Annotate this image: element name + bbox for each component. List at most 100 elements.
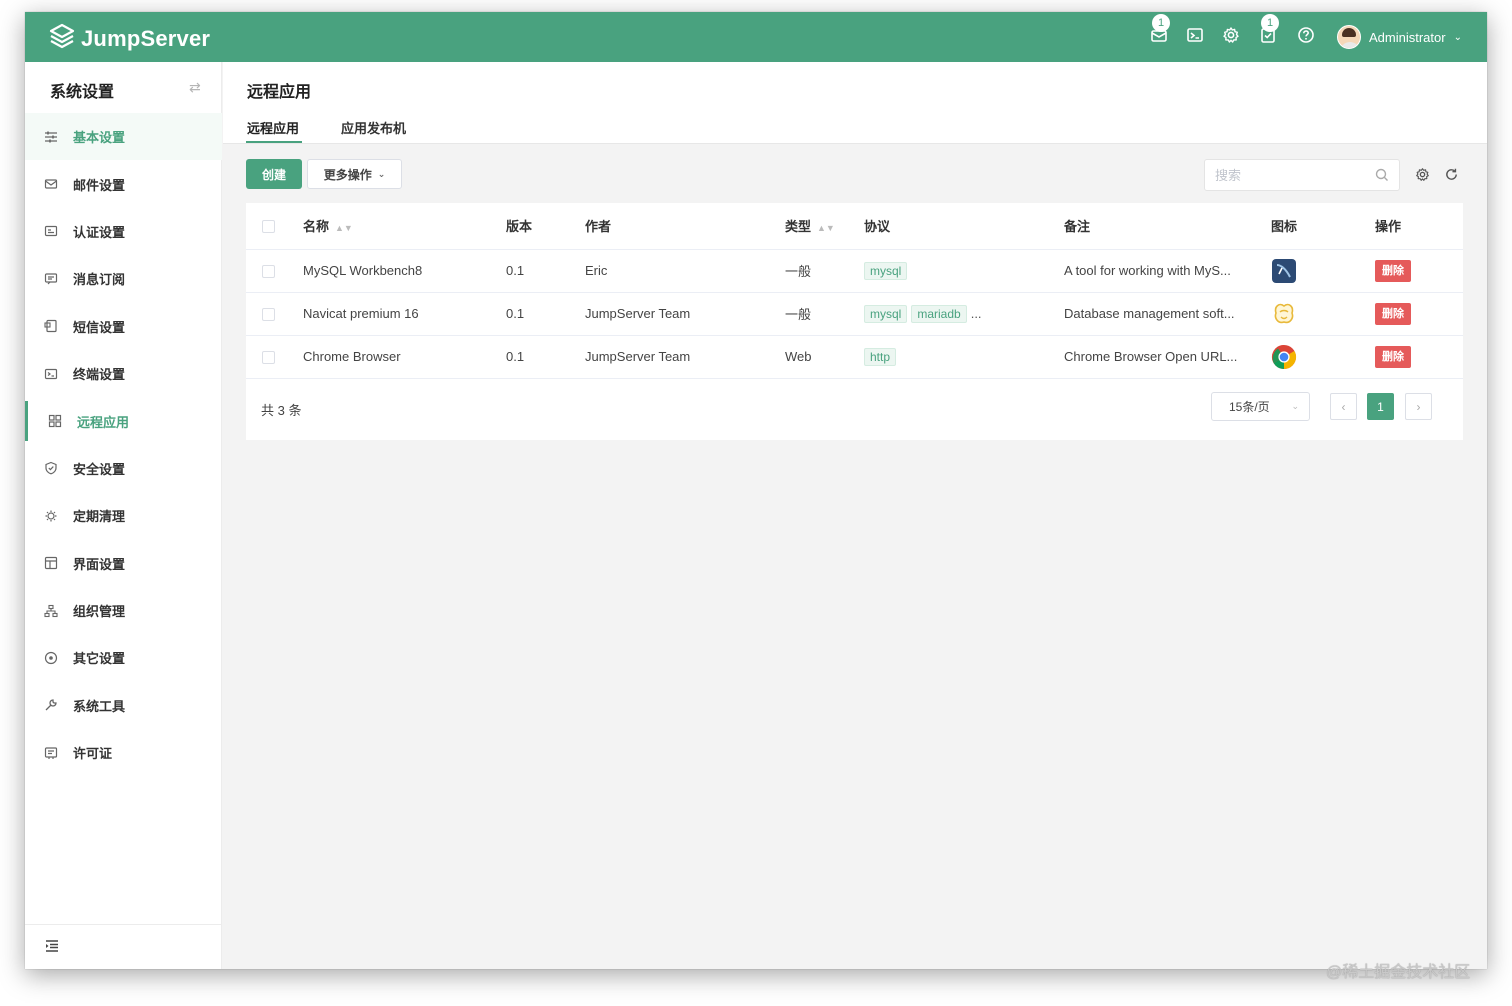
column-header-name[interactable]: 名称 ▲▼ — [303, 203, 506, 249]
more-protocols-indicator[interactable]: ... — [971, 306, 982, 321]
app-window: JumpServer 1 1 Administrator ⌄ 系统设置 ⇄ 基本… — [25, 12, 1487, 969]
sidebar-item[interactable]: 终端设置 — [25, 350, 222, 397]
sidebar-item[interactable]: 组织管理 — [25, 587, 222, 634]
row-checkbox[interactable] — [262, 308, 275, 322]
sidebar-item-label: 其它设置 — [73, 651, 126, 667]
sidebar-item[interactable]: 基本设置 — [25, 113, 222, 161]
search-icon[interactable] — [1375, 168, 1389, 182]
type-cell: Web — [785, 349, 812, 364]
delete-button[interactable]: 删除 — [1375, 302, 1411, 325]
apps-icon — [48, 414, 62, 428]
tab-remote-apps[interactable]: 远程应用 — [247, 118, 299, 137]
page-size-value: 15条/页 — [1229, 400, 1270, 414]
actions-cell: 删除 — [1375, 335, 1463, 378]
message-icon[interactable]: 1 — [1150, 14, 1172, 48]
table-row[interactable]: Navicat premium 16 0.1 JumpServer Team 一般 my… — [246, 292, 1463, 335]
sidebar-item[interactable]: 许可证 — [25, 729, 222, 776]
sidebar-item-label: 认证设置 — [73, 224, 126, 240]
page-number-button[interactable]: 1 — [1367, 393, 1394, 420]
column-header-icon: 图标 — [1271, 219, 1298, 235]
column-label: 名称 — [303, 219, 330, 235]
watermark: @稀土掘金技术社区 — [1326, 964, 1471, 981]
sidebar-title: 系统设置 — [50, 84, 115, 101]
total-count: 共 3 条 — [261, 403, 302, 418]
help-icon[interactable] — [1297, 26, 1319, 48]
protocol-tag: mysql — [864, 261, 908, 280]
app-name-cell[interactable]: MySQL Workbench8 — [303, 249, 506, 292]
sidebar-item[interactable]: 界面设置 — [25, 540, 222, 587]
more-actions-button[interactable]: 更多操作 ⌄ — [307, 159, 402, 189]
protocol-tag: http — [864, 347, 897, 366]
sidebar-item-label: 安全设置 — [73, 461, 126, 477]
comment-cell: Database management soft... — [1064, 306, 1235, 321]
tab-app-publisher[interactable]: 应用发布机 — [341, 118, 406, 137]
sidebar-item[interactable]: 远程应用 — [25, 397, 222, 444]
collapse-toggle-icon[interactable]: ⇄ — [189, 79, 201, 96]
sidebar-item[interactable]: 邮件设置 — [25, 160, 222, 207]
tickets-icon[interactable]: 1 — [1259, 14, 1281, 48]
actions-cell: 删除 — [1375, 249, 1463, 292]
sidebar-item[interactable]: 定期清理 — [25, 492, 222, 539]
protocols-cell: mysql mariadb... — [864, 292, 1064, 335]
column-label: 类型 — [785, 219, 812, 235]
comment-cell: Chrome Browser Open URL... — [1064, 349, 1238, 364]
sidebar-item-label: 基本设置 — [73, 130, 126, 146]
next-page-button[interactable]: › — [1405, 393, 1432, 420]
app-name-cell[interactable]: Navicat premium 16 — [303, 292, 506, 335]
icon-cell — [1271, 292, 1375, 335]
version-cell: 0.1 — [506, 263, 525, 278]
icon-cell — [1271, 249, 1375, 292]
table-row[interactable]: MySQL Workbench8 0.1 Eric 一般 mysql A tool for… — [246, 249, 1463, 292]
column-header-version: 版本 — [506, 219, 533, 235]
column-header-actions: 操作 — [1375, 219, 1402, 235]
sidebar-item[interactable]: 安全设置 — [25, 445, 222, 492]
main-content: 远程应用 远程应用 应用发布机 创建 更多操作 ⌄ 搜索 名称 ▲▼ 版本 作者… — [223, 62, 1487, 969]
sidebar-item[interactable]: 系统工具 — [25, 682, 222, 729]
delete-button[interactable]: 删除 — [1375, 345, 1411, 368]
select-all-checkbox[interactable] — [262, 220, 275, 234]
sidebar-menu: 基本设置邮件设置认证设置消息订阅短信设置终端设置远程应用安全设置定期清理界面设置… — [25, 113, 222, 776]
terminal-icon — [44, 367, 58, 381]
sidebar-item[interactable]: 短信设置 — [25, 303, 222, 350]
row-checkbox[interactable] — [262, 265, 275, 279]
license-icon — [44, 746, 58, 760]
table-row[interactable]: Chrome Browser 0.1 JumpServer Team Web http C… — [246, 335, 1463, 378]
search-box — [1204, 159, 1400, 191]
icon-cell — [1271, 335, 1375, 378]
refresh-icon[interactable] — [1444, 167, 1460, 183]
settings-icon[interactable] — [1222, 26, 1244, 48]
sidebar-item-label: 终端设置 — [73, 367, 126, 383]
protocols-cell: mysql — [864, 249, 1064, 292]
menu-fold-icon[interactable] — [45, 939, 59, 956]
column-header-type[interactable]: 类型 ▲▼ — [785, 203, 864, 249]
sidebar-item[interactable]: 其它设置 — [25, 634, 222, 681]
delete-button[interactable]: 删除 — [1375, 259, 1411, 282]
app-name-cell[interactable]: Chrome Browser — [303, 335, 506, 378]
create-button[interactable]: 创建 — [246, 159, 302, 189]
tools-icon — [44, 698, 58, 712]
sidebar-item-label: 许可证 — [73, 746, 113, 762]
sidebar-item-label: 界面设置 — [73, 556, 126, 572]
search-input[interactable] — [1205, 160, 1365, 190]
sidebar-item-label: 消息订阅 — [73, 272, 126, 288]
user-menu[interactable]: Administrator ⌄ — [1337, 25, 1462, 49]
org-icon — [44, 604, 58, 618]
message-badge: 1 — [1152, 14, 1170, 32]
column-settings-icon[interactable] — [1415, 167, 1431, 183]
layout-icon — [44, 556, 58, 570]
terminal-icon[interactable] — [1186, 26, 1208, 48]
prev-page-button[interactable]: ‹ — [1330, 393, 1357, 420]
page-size-select[interactable]: 15条/页 ⌄ — [1211, 392, 1310, 421]
sidebar-item-label: 定期清理 — [73, 509, 126, 525]
author-cell: JumpServer Team — [585, 306, 691, 321]
sort-icon[interactable]: ▲▼ — [817, 223, 835, 233]
sidebar-item[interactable]: 认证设置 — [25, 208, 222, 255]
sort-icon[interactable]: ▲▼ — [335, 223, 353, 233]
column-header-protocols: 协议 — [864, 219, 891, 235]
brand-logo[interactable]: JumpServer — [49, 23, 210, 54]
row-checkbox[interactable] — [262, 351, 275, 365]
table-header-row: 名称 ▲▼ 版本 作者 类型 ▲▼ 协议 备注 图标 操作 — [246, 203, 1463, 249]
protocol-tag: mariadb — [911, 304, 967, 323]
sidebar-item[interactable]: 消息订阅 — [25, 255, 222, 302]
comment-cell: A tool for working with MyS... — [1064, 263, 1231, 278]
